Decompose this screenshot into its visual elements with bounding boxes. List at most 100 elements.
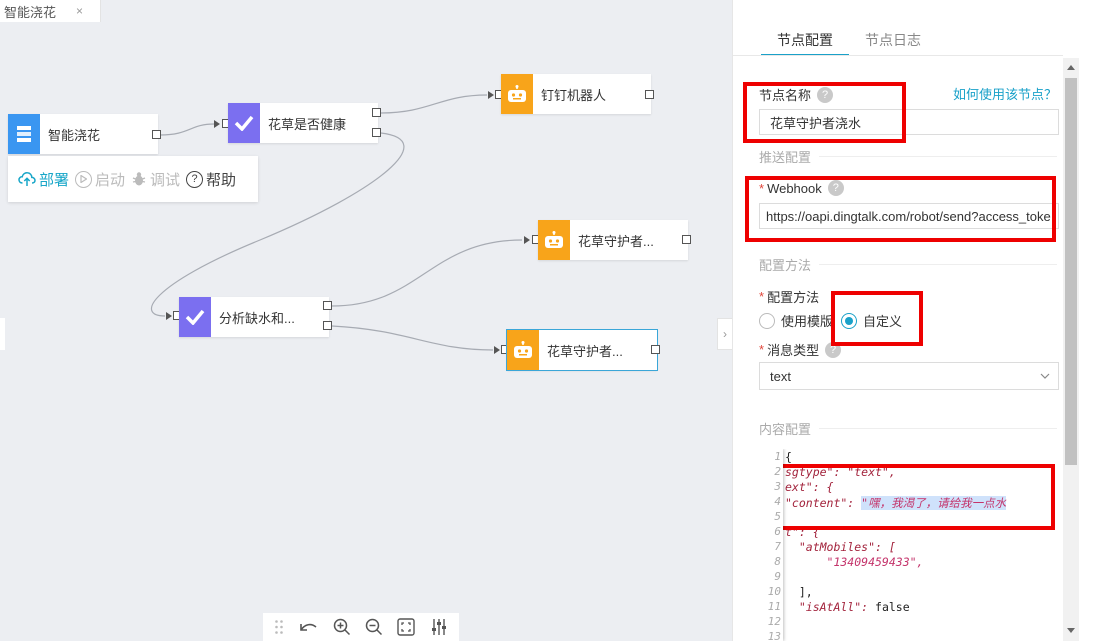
- node-dingtalk-robot[interactable]: 钉钉机器人: [501, 74, 651, 114]
- code-token: sgtype": "text",: [785, 465, 896, 479]
- node-name-label: 节点名称: [759, 88, 812, 103]
- undo-icon[interactable]: [298, 620, 318, 634]
- tab-divider: [733, 55, 1063, 56]
- flow-canvas[interactable]: 智能浇花 × 智能浇花 花草是否健康 钉钉机器人 花草守护者... 分析缺水和.…: [0, 0, 732, 641]
- help-circle-icon[interactable]: ?: [825, 341, 842, 358]
- help-circle-icon: ?: [186, 170, 204, 188]
- scrollbar-thumb[interactable]: [1065, 78, 1077, 465]
- play-icon: [75, 170, 93, 188]
- zoom-out-icon[interactable]: [365, 618, 383, 636]
- output-port[interactable]: [682, 235, 691, 244]
- webhook-label-row: * Webhook ?: [759, 180, 844, 196]
- code-token: t": {: [785, 525, 820, 539]
- tab-node-log[interactable]: 节点日志: [849, 20, 937, 56]
- chevron-down-icon: [1040, 373, 1050, 379]
- line-number: 4: [774, 495, 781, 508]
- robot-icon: [507, 330, 539, 370]
- code-token: ext": {: [785, 480, 834, 494]
- collapse-panel-button[interactable]: ›: [717, 318, 732, 350]
- line-number-gutter: 1 2 3 4 5 6 7 8 9 10 11 12 13: [759, 449, 783, 641]
- line-number: 6: [774, 525, 781, 538]
- scroll-up-icon[interactable]: [1067, 65, 1075, 70]
- line-number: 10: [767, 585, 781, 598]
- input-arrow: [524, 236, 530, 244]
- panel-scrollbar[interactable]: [1063, 58, 1079, 641]
- deploy-button[interactable]: 部署: [18, 169, 69, 190]
- help-button[interactable]: ? 帮助: [186, 169, 236, 190]
- help-circle-icon[interactable]: ?: [817, 86, 834, 103]
- content-config-section: 内容配置: [759, 419, 1057, 438]
- webhook-input[interactable]: https://oapi.dingtalk.com/robot/send?acc…: [759, 203, 1059, 229]
- scroll-down-icon[interactable]: [1067, 628, 1075, 633]
- output-port[interactable]: [651, 345, 660, 354]
- line-number: 11: [767, 600, 781, 613]
- fit-screen-icon[interactable]: [397, 618, 416, 636]
- radio-use-template[interactable]: 使用模版: [759, 311, 833, 330]
- line-number: 12: [767, 615, 781, 628]
- node-flower-health-check[interactable]: 花草是否健康: [228, 103, 378, 143]
- radio-circle-selected: [841, 312, 857, 329]
- node-start[interactable]: 智能浇花: [8, 114, 158, 154]
- output-port[interactable]: [152, 130, 161, 139]
- code-token: "isAtAll":: [785, 600, 876, 614]
- output-port-true[interactable]: [323, 301, 332, 310]
- debug-button[interactable]: 调试: [131, 169, 180, 190]
- input-arrow: [488, 91, 494, 99]
- left-panel-handle[interactable]: [0, 318, 5, 350]
- input-arrow: [166, 312, 172, 320]
- check-icon: [179, 297, 211, 337]
- output-port[interactable]: [645, 90, 654, 99]
- drag-handle-icon[interactable]: [274, 619, 284, 635]
- output-port-false[interactable]: [372, 128, 381, 137]
- code-line: ],: [785, 585, 813, 599]
- config-panel: 节点配置 节点日志 节点名称 ? 如何使用该节点？ 花草守护者浇水 推送配置 *…: [732, 0, 1097, 641]
- webhook-label: Webhook: [767, 180, 822, 196]
- settings-sliders-icon[interactable]: [430, 618, 448, 636]
- robot-icon: [538, 220, 570, 260]
- output-port-true[interactable]: [372, 108, 381, 117]
- line-number: 1: [774, 450, 781, 463]
- tab-node-config[interactable]: 节点配置: [761, 20, 849, 56]
- line-number: 5: [774, 510, 781, 523]
- output-port-false[interactable]: [323, 321, 332, 330]
- zoom-in-icon[interactable]: [333, 618, 351, 636]
- config-method-label: 配置方法: [767, 290, 820, 305]
- check-icon: [228, 103, 260, 143]
- wire-check2-robot2: [331, 239, 523, 307]
- how-to-use-link[interactable]: 如何使用该节点？: [953, 84, 1057, 103]
- radio-custom[interactable]: 自定义: [841, 311, 902, 330]
- node-label: 智能浇花: [48, 127, 101, 143]
- json-code-editor[interactable]: 1 2 3 4 5 6 7 8 9 10 11 12 13 {sgtype": "text", ext":…: [759, 449, 1059, 641]
- canvas-toolbar: [263, 613, 459, 641]
- code-token: "atMobiles": [: [785, 540, 896, 554]
- push-config-section: 推送配置: [759, 147, 1057, 166]
- node-flower-guardian-selected[interactable]: 花草守护者...: [506, 329, 658, 371]
- bug-icon: [132, 172, 146, 186]
- node-label: 花草守护者...: [578, 233, 654, 249]
- radio-circle: [759, 312, 775, 329]
- node-name-input[interactable]: 花草守护者浇水: [759, 109, 1059, 135]
- code-token: "13409459433",: [785, 555, 924, 569]
- input-arrow: [214, 120, 220, 128]
- msg-type-select[interactable]: text: [759, 362, 1059, 390]
- help-circle-icon[interactable]: ?: [827, 180, 844, 196]
- code-token: "嘿，我渴了，请给我一点水: [861, 496, 1007, 510]
- input-arrow: [494, 346, 500, 354]
- wire-start-check1: [159, 123, 215, 136]
- node-label: 分析缺水和...: [219, 310, 295, 326]
- line-number: 7: [774, 540, 781, 553]
- code-token: ],: [785, 585, 813, 599]
- code-line: sgtype": "text",: [785, 465, 896, 479]
- flow-start-icon: [8, 114, 40, 154]
- required-mark: *: [759, 342, 765, 357]
- node-water-shortage-analysis[interactable]: 分析缺水和...: [179, 297, 329, 337]
- node-flower-guardian-1[interactable]: 花草守护者...: [538, 220, 688, 260]
- config-method-label-row: * 配置方法: [759, 287, 819, 306]
- start-button[interactable]: 启动: [75, 169, 125, 190]
- code-line: "atMobiles": [: [785, 540, 896, 554]
- code-token: "content":: [785, 496, 862, 510]
- code-line: "isAtAll": false: [785, 600, 910, 614]
- config-method-section: 配置方法: [759, 255, 1057, 274]
- line-number: 3: [774, 480, 781, 493]
- wire-check2-robot3: [331, 325, 494, 351]
